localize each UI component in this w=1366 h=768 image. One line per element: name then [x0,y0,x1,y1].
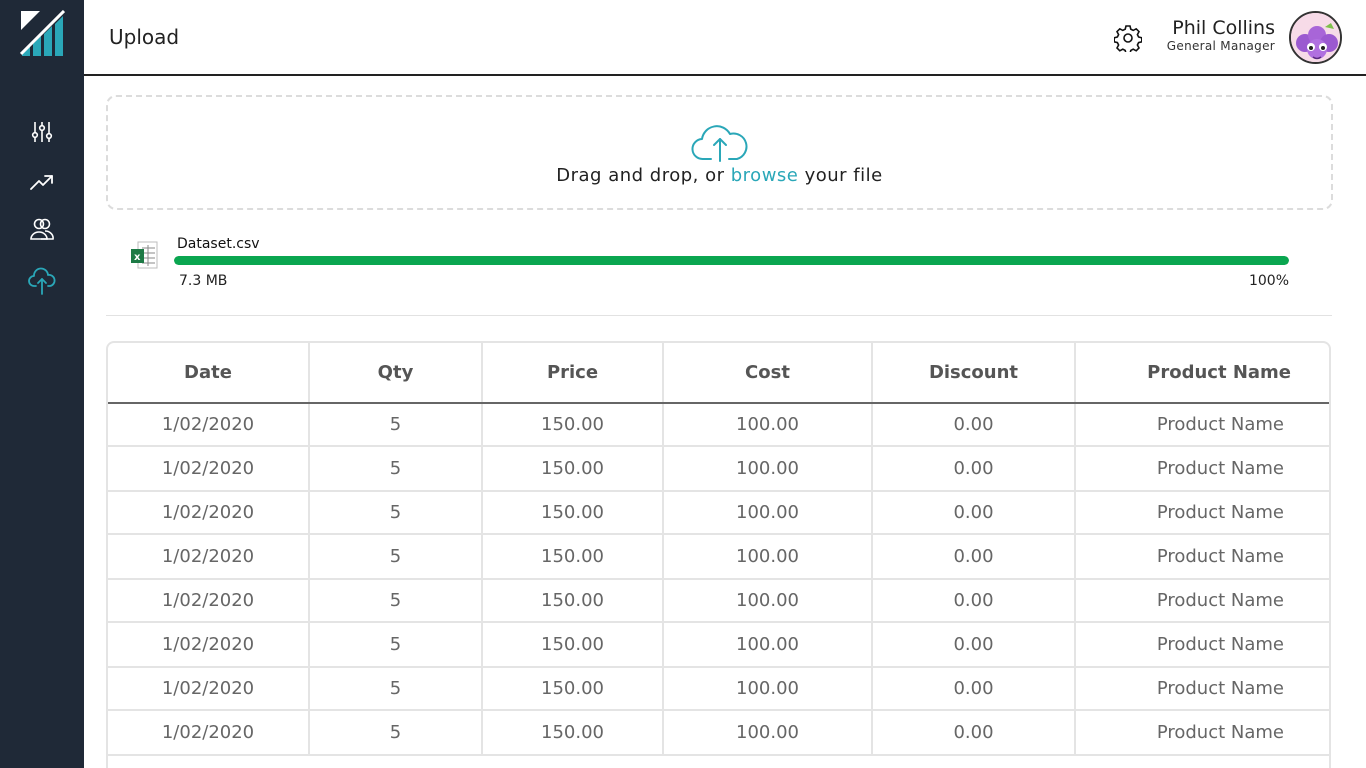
section-divider [106,315,1332,316]
cell-cost: 100.00 [663,491,873,535]
gear-icon[interactable] [1114,24,1142,52]
cell-price: 150.00 [482,491,664,535]
sidebar-item-users[interactable] [27,214,57,244]
cell-qty: 5 [309,491,483,535]
cell-product-name: Product Name [1075,667,1329,711]
cell-discount: 0.00 [872,710,1076,756]
cell-date: 1/02/2020 [108,710,310,756]
sidebar [0,0,84,768]
cell-price: 150.00 [482,622,664,668]
data-table: Date Qty Price Cost Discount Product Nam… [106,341,1331,768]
column-header-date[interactable]: Date [108,343,310,404]
page-title: Upload [109,25,180,49]
cell-product-name: Product Name [1075,403,1329,447]
cloud-upload-icon [28,267,56,295]
cell-cost: 100.00 [663,534,873,580]
table-row[interactable]: 1/02/2020 5 150.00 100.00 0.00 Product Name [108,491,1329,535]
trending-up-icon [30,175,53,190]
column-header-product-name[interactable]: Product Name [1075,343,1329,404]
cell-price: 150.00 [482,534,664,580]
column-header-discount[interactable]: Discount [872,343,1076,404]
excel-file-icon: x [131,241,158,269]
cell-qty: 5 [309,446,483,492]
cell-qty: 5 [309,667,483,711]
browse-link[interactable]: browse [731,165,799,186]
cell-date: 1/02/2020 [108,534,310,580]
cell-date: 1/02/2020 [108,579,310,623]
cell-date: 1/02/2020 [108,491,310,535]
file-name: Dataset.csv [177,236,260,252]
cell-qty: 5 [309,622,483,668]
avatar-image [1291,13,1340,62]
cell-product-name: Product Name [1075,491,1329,535]
cell-date: 1/02/2020 [108,667,310,711]
table-row[interactable]: 1/02/2020 5 150.00 100.00 0.00 Product Name [108,710,1329,756]
cell-qty: 5 [309,534,483,580]
cell-discount: 0.00 [872,446,1076,492]
table-row[interactable]: 1/02/2020 5 150.00 100.00 0.00 Product Name [108,534,1329,580]
app-logo[interactable] [20,10,65,58]
user-role: General Manager [1166,39,1275,53]
cell-price: 150.00 [482,710,664,756]
upload-progress-bar [174,256,1289,265]
upload-progress-fill [174,256,1289,265]
cell-product-name: Product Name [1075,622,1329,668]
file-dropzone[interactable]: Drag and drop, or browse your file [106,95,1333,210]
cell-cost: 100.00 [663,446,873,492]
cell-cost: 100.00 [663,403,873,447]
users-icon [30,218,54,240]
table-header-row: Date Qty Price Cost Discount Product Nam… [108,343,1329,404]
top-header: Upload Phil Collins General Manager [84,0,1366,76]
cell-cost: 100.00 [663,667,873,711]
dropzone-text: Drag and drop, or browse your file [556,165,882,186]
cell-date: 1/02/2020 [108,446,310,492]
cell-date: 1/02/2020 [108,622,310,668]
cell-discount: 0.00 [872,622,1076,668]
table-row[interactable]: 1/02/2020 5 150.00 100.00 0.00 Product Name [108,667,1329,711]
cell-price: 150.00 [482,446,664,492]
cell-qty: 5 [309,710,483,756]
cell-cost: 100.00 [663,579,873,623]
sidebar-item-analytics[interactable] [27,167,57,197]
table-row[interactable]: 1/02/2020 5 150.00 100.00 0.00 Product Name [108,622,1329,668]
file-size: 7.3 MB [179,273,228,289]
cell-price: 150.00 [482,403,664,447]
cell-discount: 0.00 [872,491,1076,535]
cell-product-name: Product Name [1075,534,1329,580]
sidebar-item-filters[interactable] [27,117,57,147]
cell-discount: 0.00 [872,579,1076,623]
column-header-cost[interactable]: Cost [663,343,873,404]
sliders-icon [31,122,53,142]
dropzone-text-after: your file [798,165,883,186]
cell-date: 1/02/2020 [108,403,310,447]
cell-discount: 0.00 [872,403,1076,447]
svg-text:x: x [134,252,141,263]
cell-discount: 0.00 [872,667,1076,711]
cell-price: 150.00 [482,667,664,711]
cloud-upload-icon [691,125,747,162]
avatar[interactable] [1289,11,1342,64]
cell-product-name: Product Name [1075,446,1329,492]
column-header-qty[interactable]: Qty [309,343,483,404]
column-header-price[interactable]: Price [482,343,664,404]
cell-qty: 5 [309,403,483,447]
cell-product-name: Product Name [1075,710,1329,756]
cell-discount: 0.00 [872,534,1076,580]
cell-cost: 100.00 [663,710,873,756]
user-name: Phil Collins [1172,17,1275,39]
dropzone-text-before: Drag and drop, or [556,165,731,186]
sidebar-item-upload[interactable] [27,266,57,296]
table-row[interactable]: 1/02/2020 5 150.00 100.00 0.00 Product Name [108,579,1329,623]
cell-product-name: Product Name [1075,579,1329,623]
table-row[interactable]: 1/02/2020 5 150.00 100.00 0.00 Product Name [108,403,1329,447]
cell-cost: 100.00 [663,622,873,668]
table-row[interactable]: 1/02/2020 5 150.00 100.00 0.00 Product Name [108,446,1329,492]
cell-price: 150.00 [482,579,664,623]
progress-percent: 100% [1248,273,1289,289]
cell-qty: 5 [309,579,483,623]
